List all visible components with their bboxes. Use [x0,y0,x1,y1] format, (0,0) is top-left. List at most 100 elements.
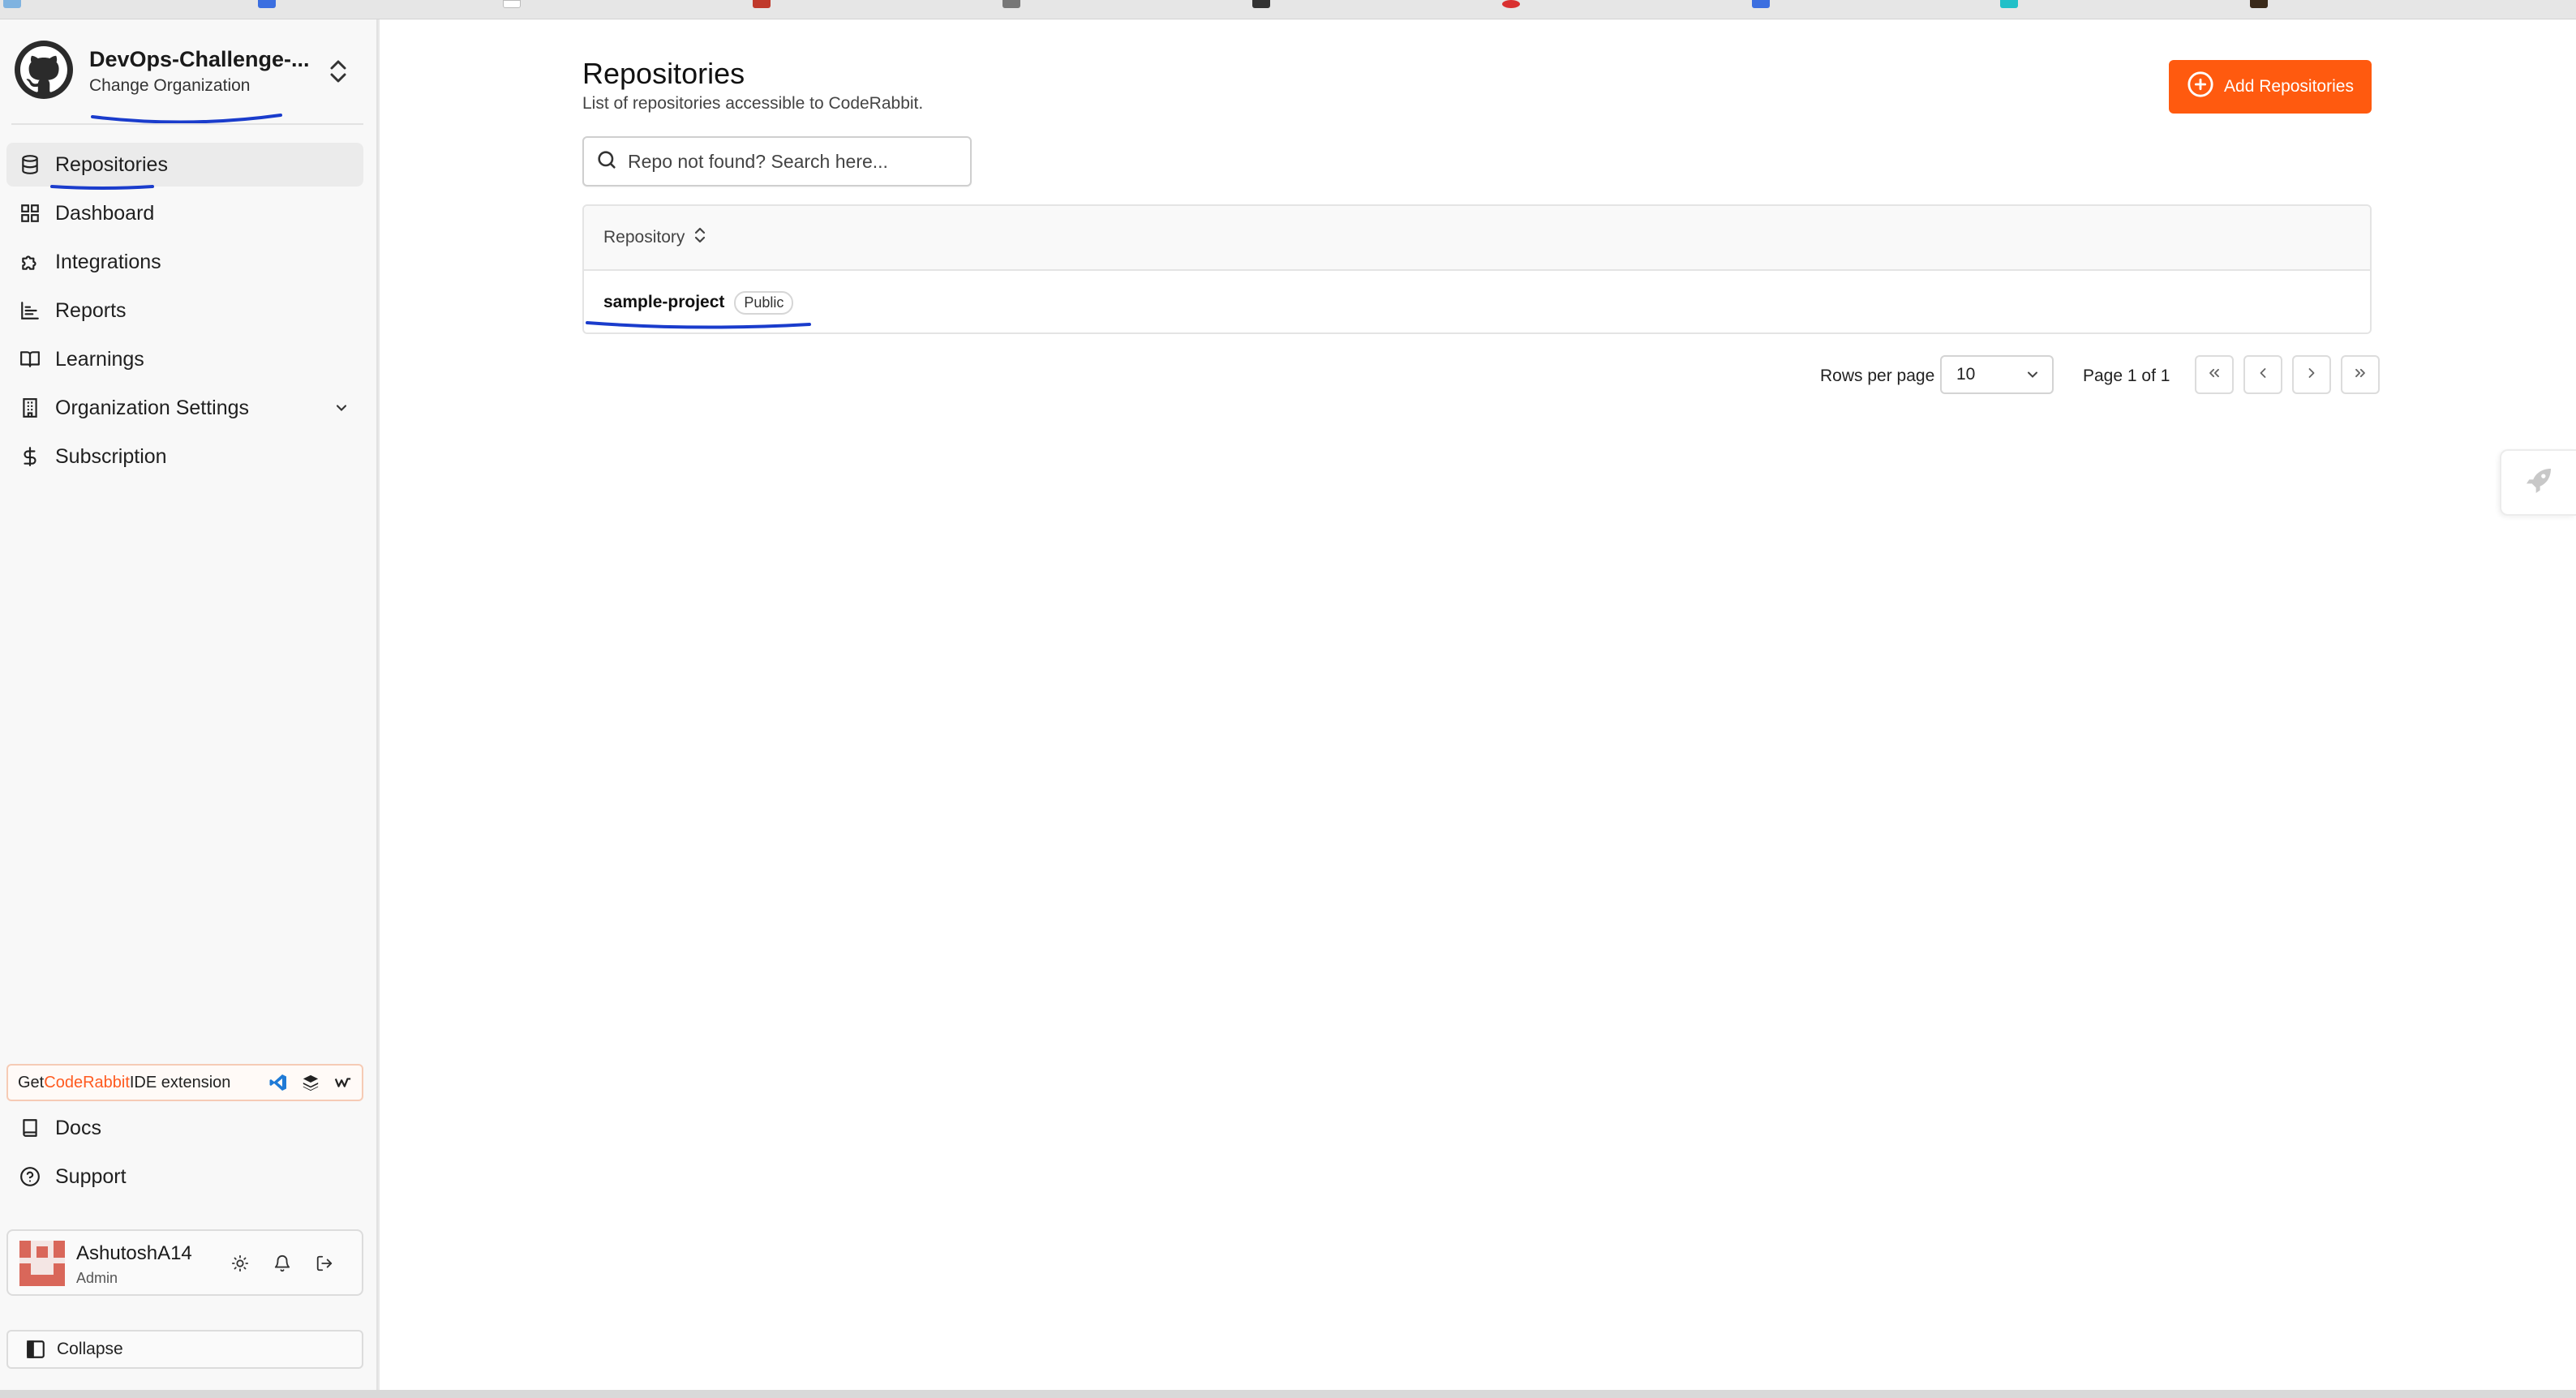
chevron-left-icon [2255,365,2271,385]
building-icon [18,396,42,420]
org-switcher[interactable]: DevOps-Challenge-... Change Organization [15,41,362,110]
sidebar-item-subscription[interactable]: Subscription [6,435,363,478]
chevron-right-icon [2303,365,2320,385]
chevrons-right-icon [2352,365,2368,385]
tab-favicon [753,0,771,8]
chevrons-left-icon [2206,365,2222,385]
sidebar-item-label: Reports [55,298,127,322]
sidebar-item-label: Support [55,1164,127,1188]
cursor-layers-icon[interactable] [300,1072,321,1093]
github-logo-icon [15,41,73,99]
tab-favicon [2000,0,2018,8]
main-content: Repositories List of repositories access… [380,19,2576,1390]
chevron-down-icon[interactable] [331,397,352,418]
user-card: AshutoshA14 Admin [6,1229,363,1296]
sidebar-item-label: Integrations [55,250,161,273]
page-subtitle: List of repositories accessible to CodeR… [582,94,924,113]
annotation-underline [91,114,282,124]
sidebar-divider [11,123,363,125]
change-organization-label[interactable]: Change Organization [89,76,250,96]
user-name: AshutoshA14 [76,1242,192,1264]
sidebar: DevOps-Challenge-... Change Organization… [0,19,378,1390]
grid-icon [18,201,42,225]
ide-extension-banner[interactable]: Get CodeRabbit IDE extension [6,1064,363,1101]
plus-circle-icon [2187,71,2214,103]
avatar[interactable] [19,1241,65,1286]
tab-favicon [1002,0,1020,8]
repositories-table: Repository sample-project Public [582,204,2372,334]
sidebar-item-label: Docs [55,1116,101,1139]
column-header-label: Repository [603,228,685,247]
sidebar-item-docs[interactable]: Docs [6,1106,363,1150]
tab-favicon [503,0,521,8]
sun-icon[interactable] [227,1250,253,1276]
page-info: Page 1 of 1 [2083,367,2170,385]
sidebar-item-integrations[interactable]: Integrations [6,240,363,284]
table-header: Repository [584,206,2370,271]
search-box [582,136,972,187]
sidebar-item-reports[interactable]: Reports [6,289,363,332]
page-title: Repositories [582,57,745,90]
sidebar-item-label: Subscription [55,444,167,468]
ide-banner-suffix: IDE extension [129,1073,231,1091]
repository-name-link[interactable]: sample-project [603,293,724,312]
first-page-button[interactable] [2195,355,2234,394]
bell-icon[interactable] [269,1250,295,1276]
rows-per-page-value: 10 [1956,365,1976,384]
dollar-icon [18,444,42,469]
feedback-launcher[interactable] [2500,449,2576,516]
sidebar-item-support[interactable]: Support [6,1155,363,1199]
sidebar-item-repositories[interactable]: Repositories [6,143,363,187]
browser-top-strip [0,0,2576,19]
help-circle-icon [18,1164,42,1189]
vscode-icon[interactable] [268,1072,289,1093]
tab-favicon [1502,0,1520,8]
add-repositories-button[interactable]: Add Repositories [2169,60,2372,114]
sidebar-item-label: Repositories [55,152,168,176]
sidebar-bottom-nav: Docs Support [6,1106,363,1203]
ide-banner-brand: CodeRabbit [44,1073,130,1091]
collapse-label: Collapse [57,1340,123,1358]
user-role: Admin [76,1270,118,1286]
puzzle-icon [18,250,42,274]
tab-favicon [2250,0,2268,8]
book-open-icon [18,347,42,371]
windsurf-icon[interactable] [333,1072,354,1093]
chevron-down-icon [2024,367,2041,388]
last-page-button[interactable] [2341,355,2380,394]
sidebar-item-organization-settings[interactable]: Organization Settings [6,386,363,430]
sort-icon [693,225,707,250]
chevrons-up-down-icon[interactable] [324,52,352,91]
search-icon [595,148,618,175]
sidebar-item-label: Dashboard [55,201,155,225]
sidebar-nav: Repositories Dashboard Integrations Repo… [6,143,363,483]
bar-chart-icon [18,298,42,323]
next-page-button[interactable] [2292,355,2331,394]
rows-per-page-label: Rows per page [1820,367,1935,385]
rocket-icon [2522,465,2555,501]
window-bottom-strip [0,1390,2576,1398]
logout-icon[interactable] [311,1250,337,1276]
tab-favicon [258,0,276,8]
visibility-badge: Public [734,290,794,315]
search-input[interactable] [628,150,952,173]
add-repositories-label: Add Repositories [2224,77,2354,96]
tab-favicon [1252,0,1270,8]
tab-favicon [3,0,21,8]
book-icon [18,1116,42,1140]
sidebar-item-learnings[interactable]: Learnings [6,337,363,381]
sidebar-item-label: Learnings [55,347,144,371]
table-row[interactable]: sample-project Public [584,271,2370,332]
sidebar-item-dashboard[interactable]: Dashboard [6,191,363,235]
sidebar-item-label: Organization Settings [55,396,250,419]
database-icon [18,152,42,177]
org-name: DevOps-Challenge-... [89,47,310,71]
sidebar-panel-icon [24,1338,47,1361]
repository-column-header[interactable]: Repository [603,225,707,250]
pagination: Rows per page 10 Page 1 of 1 [380,355,2380,396]
rows-per-page-select[interactable]: 10 [1940,355,2054,394]
ide-banner-prefix: Get [18,1073,45,1091]
previous-page-button[interactable] [2243,355,2282,394]
collapse-button[interactable]: Collapse [6,1330,363,1369]
tab-favicon [1752,0,1770,8]
